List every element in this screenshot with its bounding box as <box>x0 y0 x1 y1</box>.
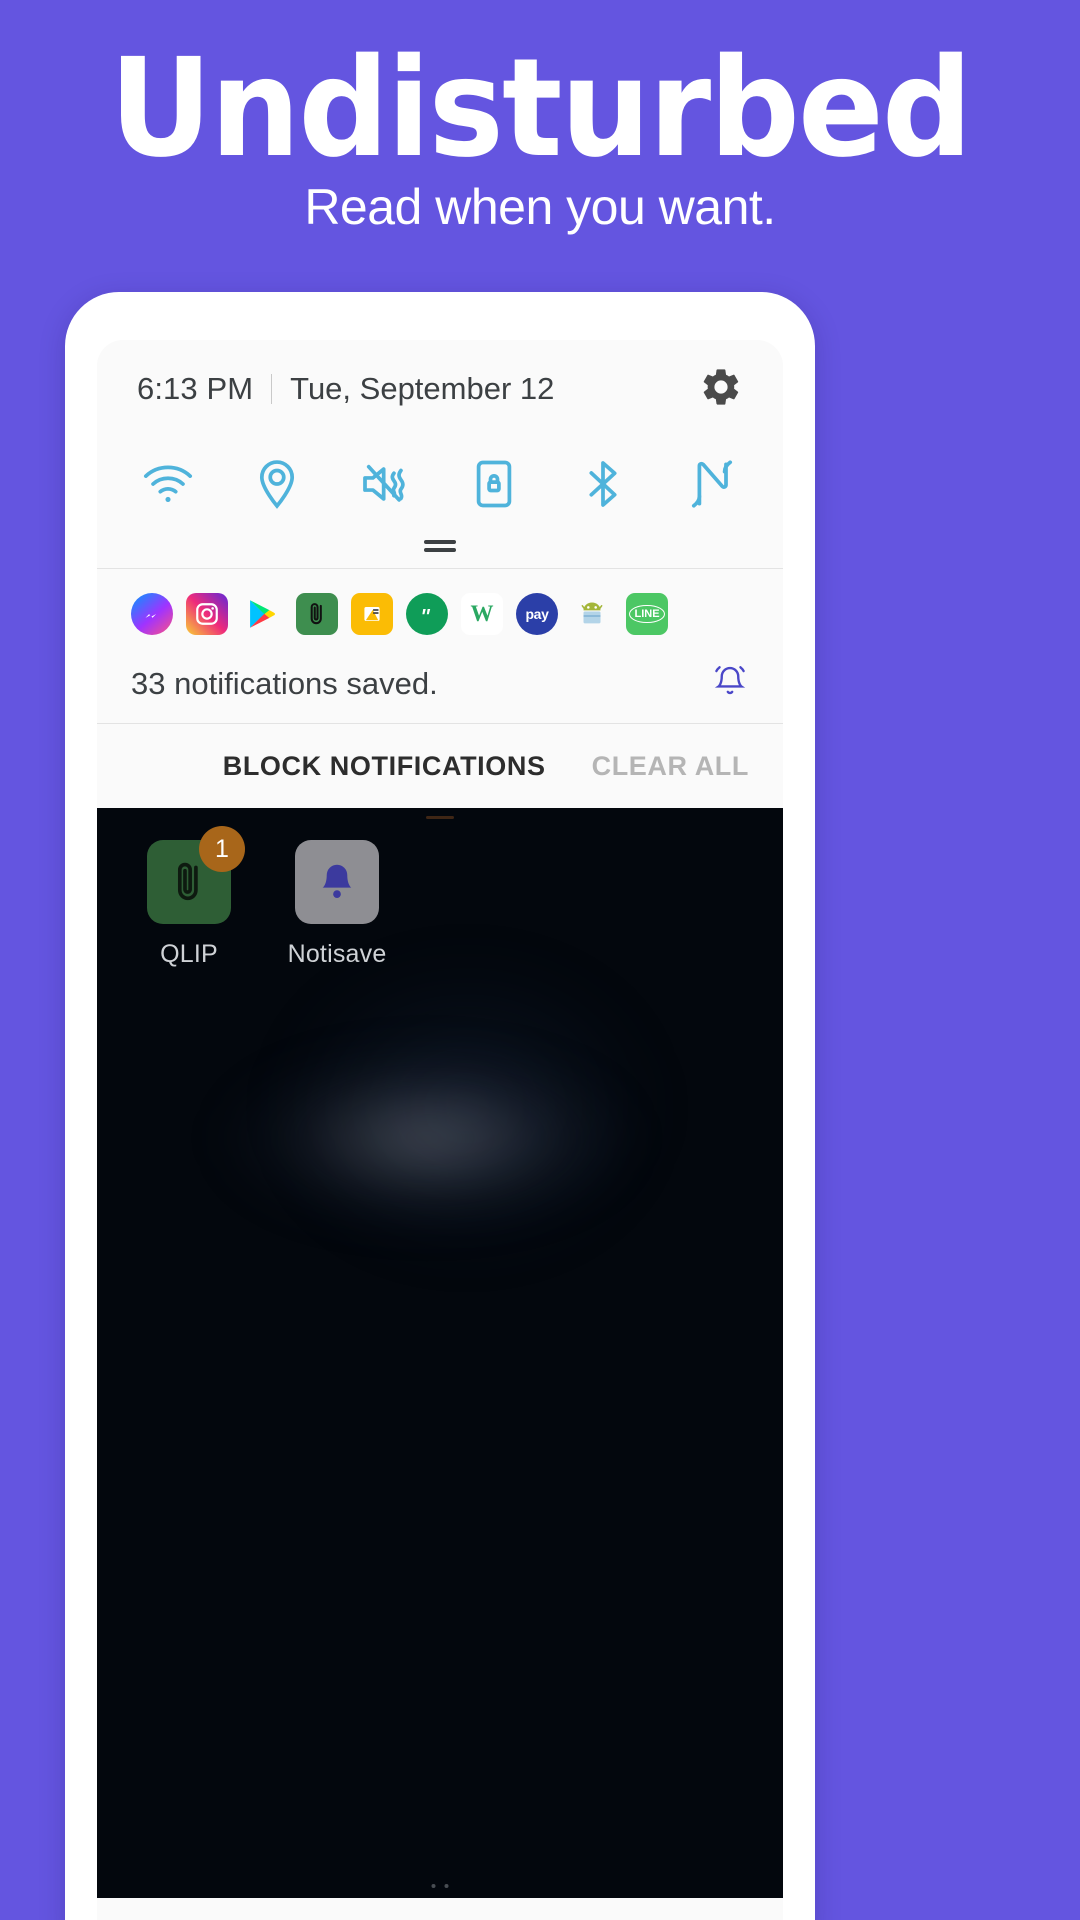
clock-time: 6:13 PM <box>137 371 254 406</box>
panel-drag-handle[interactable] <box>97 524 783 568</box>
app-icon-keep <box>351 593 393 635</box>
promo-screenshot: Undisturbed Read when you want. 6:13 PM … <box>0 0 1080 1920</box>
notisave-app-label: Notisave <box>287 940 387 968</box>
drag-handle-bar <box>424 540 456 544</box>
page-dot <box>444 1884 449 1888</box>
app-icon-instagram <box>186 593 228 635</box>
quick-settings-panel: 6:13 PM Tue, September 12 <box>97 340 783 569</box>
screen-rotation-lock-icon[interactable] <box>457 447 531 521</box>
app-icon-messenger <box>131 593 173 635</box>
nfc-icon[interactable] <box>675 447 749 521</box>
page-indicator <box>431 1884 449 1888</box>
mute-vibrate-icon[interactable] <box>349 447 423 521</box>
app-icon-android <box>571 593 613 635</box>
clock-date: Tue, September 12 <box>290 371 555 406</box>
app-icon-hangouts <box>406 593 448 635</box>
location-pin-icon[interactable] <box>240 447 314 521</box>
page-title: Undisturbed <box>109 30 972 188</box>
notification-summary-text: 33 notifications saved. <box>131 666 438 701</box>
home-app-qlip[interactable]: 1 QLIP <box>125 826 253 969</box>
bluetooth-icon[interactable] <box>566 447 640 521</box>
qlip-app-tile[interactable]: 1 <box>147 826 245 924</box>
notification-action-bar: BLOCK NOTIFICATIONS CLEAR ALL <box>97 724 783 808</box>
notification-count-row: 33 notifications saved. <box>131 661 749 707</box>
qlip-app-label: QLIP <box>160 940 218 968</box>
clear-all-button[interactable]: CLEAR ALL <box>592 751 749 782</box>
app-icon-line: LINE <box>626 593 668 635</box>
notch-indicator <box>426 816 454 819</box>
app-icon-qlip <box>296 593 338 635</box>
panel-divider <box>97 568 783 569</box>
notisave-app-tile[interactable] <box>295 840 379 924</box>
notification-summary-card[interactable]: W pay LINE 33 notifications saved. <box>97 569 783 723</box>
phone-mockup: 6:13 PM Tue, September 12 W pay LINE 33 … <box>65 292 815 1920</box>
app-icon-playstore <box>241 593 283 635</box>
home-screen: 1 QLIP Notisave <box>97 808 783 1898</box>
app-icon-googlepay: pay <box>516 593 558 635</box>
qlip-badge: 1 <box>199 826 245 872</box>
page-subtitle: Read when you want. <box>304 179 776 235</box>
home-app-notisave[interactable]: Notisave <box>273 840 401 969</box>
bell-ring-icon[interactable] <box>711 663 749 706</box>
drag-handle-bar <box>424 548 456 552</box>
wallpaper-highlight <box>217 1048 637 1228</box>
notification-app-icon-row: W pay LINE <box>131 589 749 639</box>
phone-screen: 6:13 PM Tue, September 12 W pay LINE 33 … <box>97 340 783 1920</box>
bell-icon <box>322 864 352 898</box>
status-clock-row: 6:13 PM Tue, September 12 <box>97 340 783 438</box>
quick-toggle-row <box>97 438 783 524</box>
home-app-grid: 1 QLIP Notisave <box>97 826 401 969</box>
block-notifications-button[interactable]: BLOCK NOTIFICATIONS <box>223 751 546 782</box>
gear-icon[interactable] <box>699 365 743 414</box>
app-icon-wikipedia: W <box>461 593 503 635</box>
clock-date-divider <box>271 374 273 404</box>
page-dot <box>431 1884 436 1888</box>
wifi-icon[interactable] <box>131 447 205 521</box>
